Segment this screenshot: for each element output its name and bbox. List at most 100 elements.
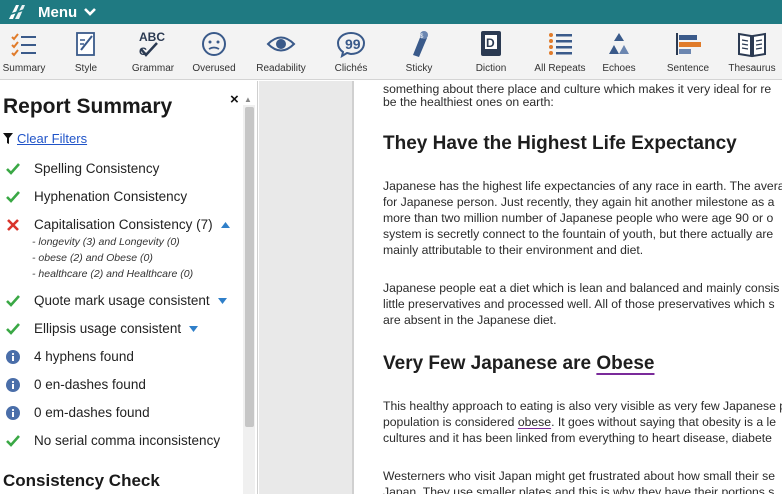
collapse-triangle-icon[interactable] xyxy=(220,221,230,228)
tool-label: Sticky xyxy=(405,63,433,74)
tool-style[interactable]: Style xyxy=(66,24,106,80)
check-icon xyxy=(6,322,20,336)
tool-sticky[interactable]: $ Sticky xyxy=(399,24,439,80)
tool-label: Echoes xyxy=(602,63,636,74)
capitalisation-detail[interactable]: - longevity (3) and Longevity (0) xyxy=(32,236,180,248)
tool-sentence[interactable]: Sentence xyxy=(663,24,713,80)
doc-line: Japanese people eat a diet which is lean… xyxy=(383,281,780,295)
expand-triangle-icon[interactable] xyxy=(217,297,227,304)
report-row-hyphenation[interactable]: Hyphenation Consistency xyxy=(6,189,187,204)
doc-line: be the healthiest ones on earth: xyxy=(383,95,554,109)
doc-line: cultures and it has been linked from eve… xyxy=(383,431,772,445)
doc-line: for Japanese person. Just recently, they… xyxy=(383,195,775,209)
sticky-glue-icon: $ xyxy=(402,29,436,59)
style-pen-icon xyxy=(69,29,103,59)
tool-thesaurus[interactable]: Thesaurus xyxy=(728,24,776,80)
expand-triangle-icon[interactable] xyxy=(189,325,199,332)
report-row-capitalisation[interactable]: Capitalisation Consistency (7) xyxy=(6,217,230,232)
doc-line: Japan. They use smaller plates and this … xyxy=(383,485,775,494)
report-summary-panel: Report Summary × ▲ Clear Filters Spellin… xyxy=(0,81,258,494)
section-title: Consistency Check xyxy=(3,471,160,490)
row-label: Hyphenation Consistency xyxy=(34,189,188,204)
doc-text: population is considered xyxy=(383,415,518,429)
report-row-quote-marks[interactable]: Quote mark usage consistent xyxy=(6,293,227,308)
tool-grammar[interactable]: ABC C Grammar xyxy=(129,24,177,80)
svg-text:D: D xyxy=(486,36,495,50)
doc-line: This healthy approach to eating is also … xyxy=(383,399,782,413)
top-menu-bar: Menu xyxy=(0,0,782,24)
tool-diction[interactable]: D Diction xyxy=(471,24,511,80)
report-row-serial-comma[interactable]: No serial comma inconsistency xyxy=(6,433,220,448)
check-icon xyxy=(6,434,20,448)
row-label: Ellipsis usage consistent xyxy=(34,321,182,336)
tool-label: Thesaurus xyxy=(728,63,776,74)
row-label: Quote mark usage consistent xyxy=(34,293,210,308)
document-page[interactable]: something about there place and culture … xyxy=(354,81,782,494)
doc-line: more than two million number of Japanese… xyxy=(383,211,774,225)
tool-summary[interactable]: Summary xyxy=(0,24,48,80)
tool-all-repeats[interactable]: All Repeats xyxy=(532,24,588,80)
doc-heading: They Have the Highest Life Expectancy xyxy=(383,133,737,154)
capitalisation-detail[interactable]: - obese (2) and Obese (0) xyxy=(32,252,153,264)
tool-echoes[interactable]: Echoes xyxy=(597,24,641,80)
row-label: Capitalisation Consistency (7) xyxy=(34,217,213,232)
filters-row: Clear Filters xyxy=(3,131,87,146)
tool-overused[interactable]: Overused xyxy=(189,24,239,80)
tool-label: Grammar xyxy=(131,63,175,74)
feather-logo-icon[interactable] xyxy=(4,0,32,24)
doc-heading: Very Few Japanese are Obese xyxy=(383,353,654,375)
scrollbar-thumb[interactable] xyxy=(245,107,254,427)
row-label: Spelling Consistency xyxy=(34,161,160,176)
repeats-list-icon xyxy=(543,29,577,59)
cross-icon xyxy=(6,218,20,232)
doc-text: . It goes without saying that obesity is… xyxy=(551,415,776,429)
check-icon xyxy=(6,162,20,176)
highlighted-word[interactable]: obese xyxy=(518,415,551,429)
doc-line: Westerners who visit Japan might get fru… xyxy=(383,469,775,483)
doc-line: mainly attributable to their environment… xyxy=(383,243,644,257)
report-row-ellipsis[interactable]: Ellipsis usage consistent xyxy=(6,321,199,336)
tool-label: Overused xyxy=(192,63,236,74)
summary-list-icon xyxy=(7,29,41,59)
report-row-spelling[interactable]: Spelling Consistency xyxy=(6,161,159,176)
overused-face-icon xyxy=(197,29,231,59)
svg-text:99: 99 xyxy=(345,36,361,52)
highlighted-word[interactable]: Obese xyxy=(596,353,654,374)
report-row-hyphens[interactable]: 4 hyphens found xyxy=(6,349,134,364)
svg-text:ABC: ABC xyxy=(139,30,165,44)
diction-book-icon: D xyxy=(474,29,508,59)
info-icon xyxy=(6,349,20,364)
quote-bubble-icon: 99 xyxy=(334,29,368,59)
svg-text:C: C xyxy=(139,46,147,58)
info-icon xyxy=(6,377,20,392)
row-label: 0 en-dashes found xyxy=(34,377,146,392)
report-row-em-dashes[interactable]: 0 em-dashes found xyxy=(6,405,150,420)
report-row-en-dashes[interactable]: 0 en-dashes found xyxy=(6,377,146,392)
sentence-bars-icon xyxy=(671,29,705,59)
doc-line: little preservatives and processed well.… xyxy=(383,297,775,311)
echoes-recycle-icon xyxy=(602,29,636,59)
funnel-icon xyxy=(3,133,13,144)
capitalisation-detail[interactable]: - healthcare (2) and Healthcare (0) xyxy=(32,268,193,280)
tool-readability[interactable]: Readability xyxy=(251,24,311,80)
close-icon[interactable]: × xyxy=(230,91,239,108)
doc-heading-text: Very Few Japanese are xyxy=(383,353,597,374)
report-toolbar: Summary Style ABC C Grammar Overused Rea… xyxy=(0,24,782,80)
eye-icon xyxy=(264,29,298,59)
tool-label: All Repeats xyxy=(534,63,586,74)
panel-title: Report Summary xyxy=(3,95,173,118)
row-label: 0 em-dashes found xyxy=(34,405,150,420)
grammar-abc-icon: ABC C xyxy=(136,29,170,59)
menu-button[interactable]: Menu xyxy=(38,4,77,21)
clear-filters-link[interactable]: Clear Filters xyxy=(17,131,87,146)
tool-label: Style xyxy=(74,63,98,74)
tool-label: Readability xyxy=(256,63,306,74)
tool-label: Diction xyxy=(475,63,507,74)
tool-cliches[interactable]: 99 Clichés xyxy=(329,24,373,80)
scroll-up-icon[interactable]: ▲ xyxy=(244,95,252,104)
document-gutter xyxy=(259,81,353,494)
tool-label: Sentence xyxy=(666,63,710,74)
chevron-down-icon[interactable] xyxy=(83,7,97,17)
tool-label: Summary xyxy=(2,63,46,74)
doc-line: Japanese has the highest life expectanci… xyxy=(383,179,782,193)
